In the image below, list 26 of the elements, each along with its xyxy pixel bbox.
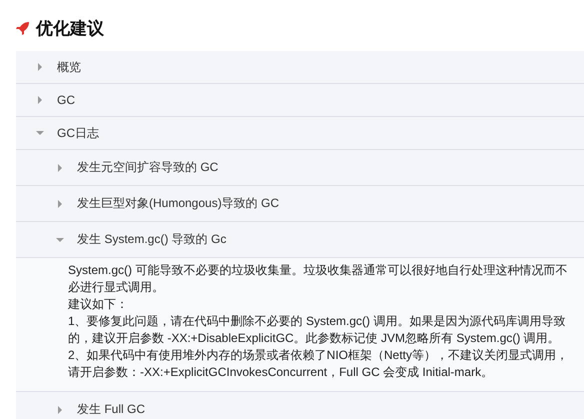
caret-right-icon[interactable] <box>36 96 44 104</box>
caret-right-icon[interactable] <box>56 406 64 414</box>
tree-item-label: 发生 Full GC <box>77 401 146 418</box>
tree-item-label: 发生巨型对象(Humongous)导致的 GC <box>77 195 280 212</box>
tree-item[interactable]: 发生巨型对象(Humongous)导致的 GC <box>16 186 584 222</box>
tree-item[interactable]: 发生元空间扩容导致的 GC <box>16 150 584 186</box>
tree-item[interactable]: 发生 Full GC <box>16 392 584 419</box>
tree-item-label: GC <box>57 93 75 107</box>
tree-item[interactable]: 概览 <box>16 51 584 84</box>
tree-item-label: GC日志 <box>57 124 99 142</box>
caret-right-icon[interactable] <box>36 63 44 71</box>
details-text: System.gc() 可能导致不必要的垃圾收集量。垃圾收集器通常可以很好地自行处理这种情况而不必进行显式调用。 <box>68 262 568 296</box>
tree-item[interactable]: GC日志 <box>16 117 584 150</box>
tree-item[interactable]: GC <box>16 84 584 117</box>
tree-item-label: 发生 System.gc() 导致的 Gc <box>77 231 226 248</box>
caret-down-icon[interactable] <box>36 129 44 137</box>
rocket-icon <box>16 22 30 34</box>
caret-right-icon[interactable] <box>56 164 64 172</box>
caret-down-icon[interactable] <box>56 236 64 244</box>
caret-right-icon[interactable] <box>56 200 64 208</box>
page-title: 优化建议 <box>36 18 104 40</box>
tree-item-label: 概览 <box>57 58 81 76</box>
tree-item-label: 发生元空间扩容导致的 GC <box>77 159 218 176</box>
details-text: 建议如下： <box>68 296 129 313</box>
details-text: 2、如果代码中有使用堆外内存的场景或者依赖了NIO框架（Netty等），不建议关闭显式调用，请开启参数：-XX:+ExplicitGCInvokesConcurrent，Full GC 会变成 Initial-mark。 <box>68 347 568 381</box>
details-text: 1、要修复此问题，请在代码中删除不必要的 System.gc() 调用。如果是因为源代码库调用导致的，建议开启参数 -XX:+DisableExplicitGC。此参数标记使 JVM忽略所有 System.gc() 调用。 <box>68 313 566 347</box>
